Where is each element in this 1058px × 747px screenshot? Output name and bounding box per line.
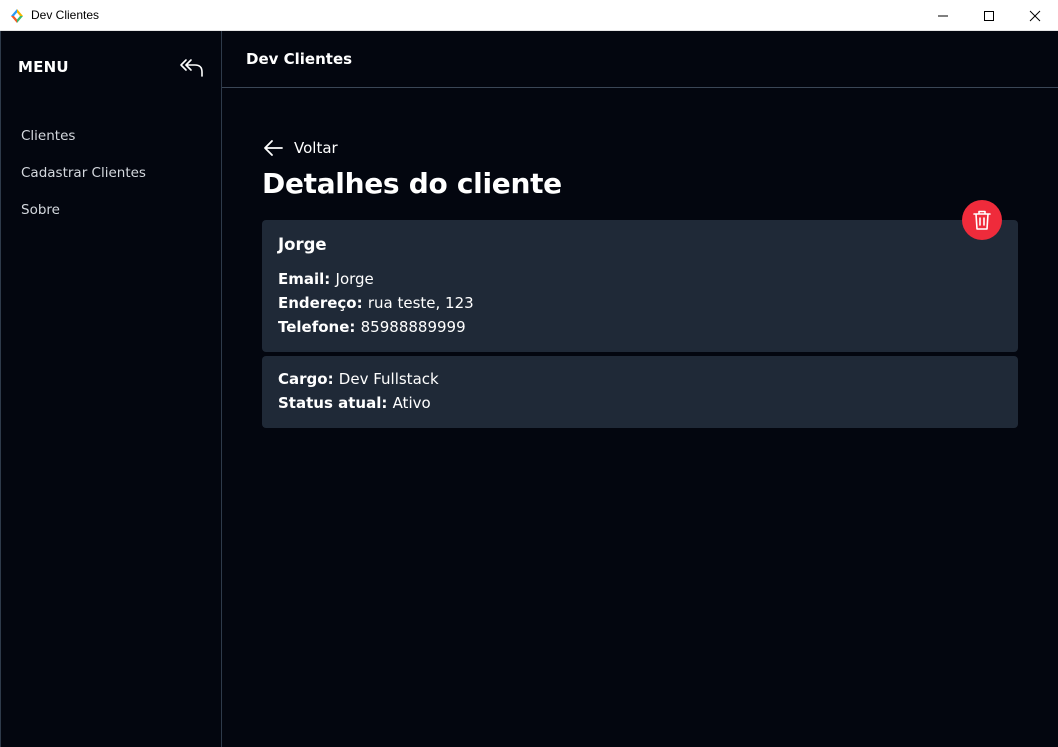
client-name: Jorge <box>278 235 327 254</box>
sidebar-item-clientes[interactable]: Clientes <box>21 128 75 144</box>
trash-icon <box>973 210 991 230</box>
back-link[interactable]: Voltar <box>262 137 338 159</box>
role-row: Cargo: Dev Fullstack <box>278 370 439 388</box>
sidebar: MENU Clientes Cadastrar Clientes Sobre <box>0 31 222 747</box>
window-titlebar: Dev Clientes <box>0 0 1058 31</box>
header-title: Dev Clientes <box>246 50 353 68</box>
status-label: Status atual: <box>278 394 393 412</box>
arrow-left-icon <box>264 140 283 156</box>
menu-title: MENU <box>18 58 69 76</box>
page-title: Detalhes do cliente <box>262 167 562 200</box>
app-logo-icon <box>11 9 23 23</box>
minimize-icon <box>938 15 948 16</box>
email-row: Email: Jorge <box>278 270 374 288</box>
double-arrow-back-icon <box>180 59 203 77</box>
role-value: Dev Fullstack <box>338 370 439 388</box>
address-row: Endereço: rua teste, 123 <box>278 294 474 312</box>
client-info-card: Jorge Email: Jorge Endereço: rua teste, … <box>262 220 1018 352</box>
address-label: Endereço: <box>278 294 368 312</box>
email-label: Email: <box>278 270 336 288</box>
status-value: Ativo <box>392 394 431 412</box>
delete-client-button[interactable] <box>962 200 1002 240</box>
close-button[interactable] <box>1012 0 1058 31</box>
sidebar-item-cadastrar-clientes[interactable]: Cadastrar Clientes <box>21 165 146 181</box>
header: Dev Clientes <box>222 31 1058 88</box>
email-value: Jorge <box>335 270 374 288</box>
close-icon <box>1029 10 1041 21</box>
phone-label: Telefone: <box>278 318 361 336</box>
role-label: Cargo: <box>278 370 339 388</box>
back-label: Voltar <box>294 139 338 157</box>
maximize-button[interactable] <box>966 0 1012 31</box>
collapse-menu-button[interactable] <box>179 57 205 79</box>
status-row: Status atual: Ativo <box>278 394 431 412</box>
phone-value: 85988889999 <box>360 318 466 336</box>
minimize-button[interactable] <box>920 0 966 31</box>
client-job-card: Cargo: Dev Fullstack Status atual: Ativo <box>262 356 1018 428</box>
sidebar-item-sobre[interactable]: Sobre <box>21 202 60 218</box>
window-title: Dev Clientes <box>31 8 100 22</box>
phone-row: Telefone: 85988889999 <box>278 318 466 336</box>
address-value: rua teste, 123 <box>367 294 474 312</box>
maximize-icon <box>984 10 994 21</box>
